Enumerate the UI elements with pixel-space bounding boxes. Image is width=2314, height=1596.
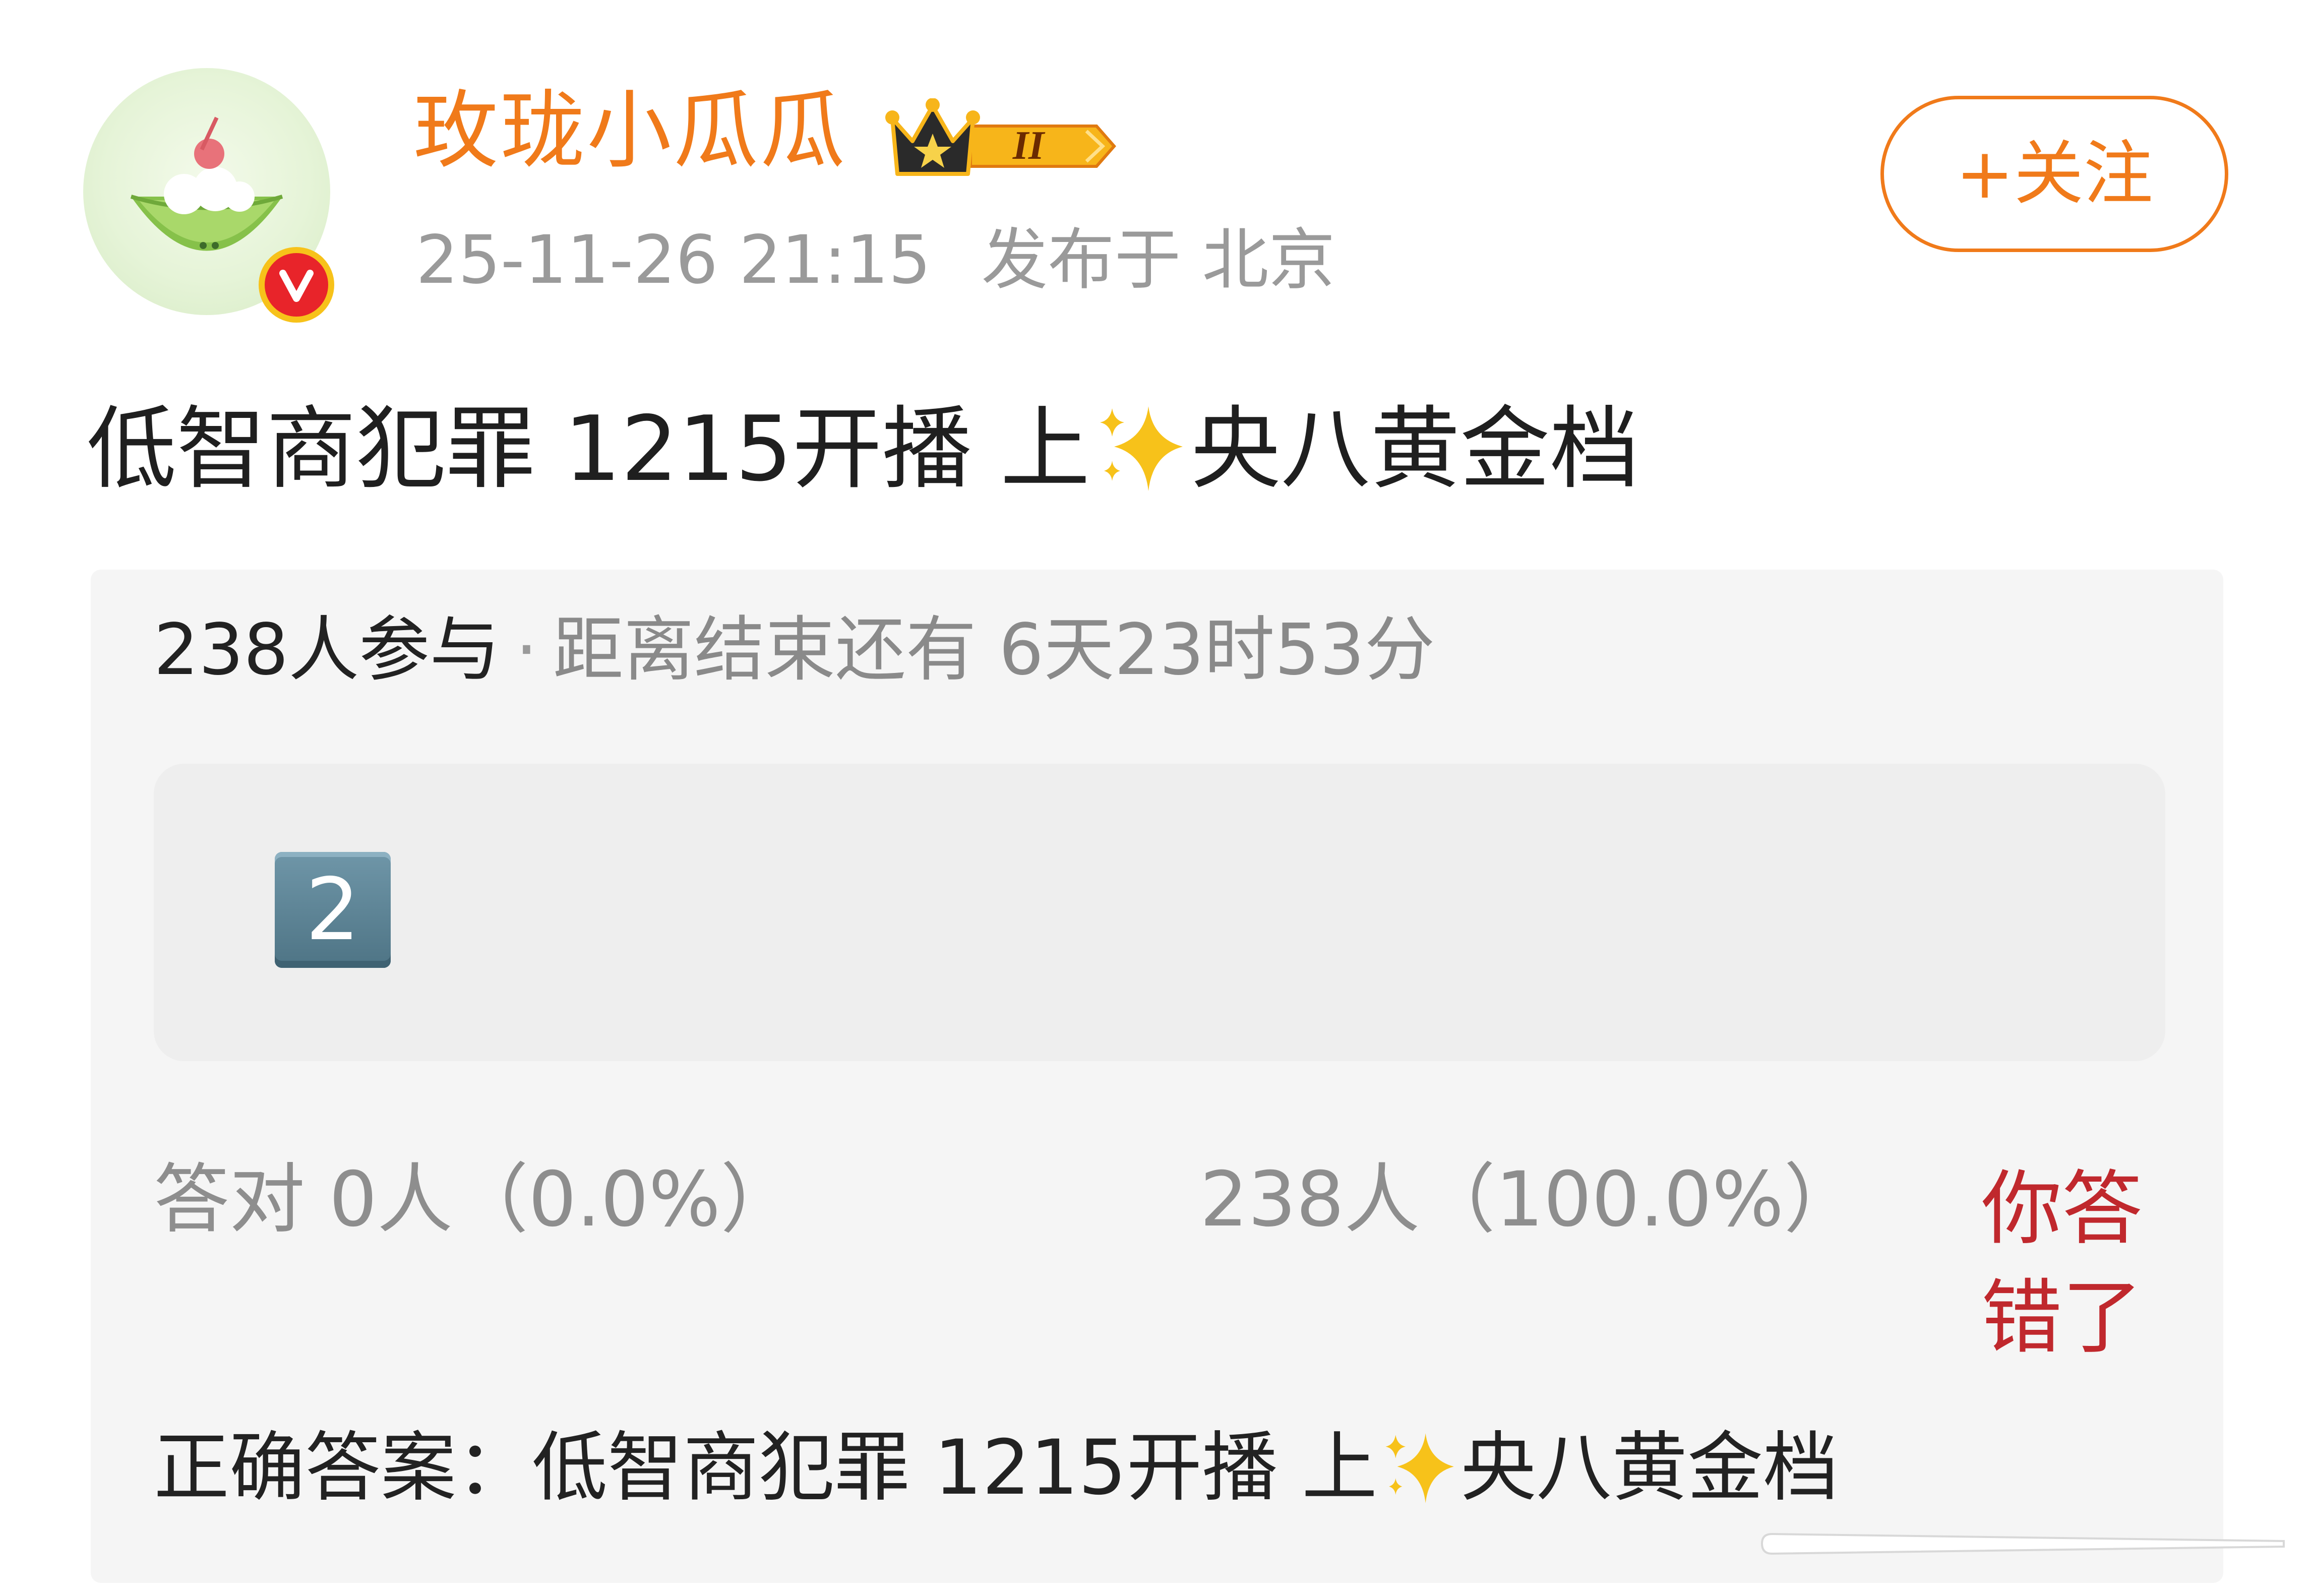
wrong-answer-note: 你答错了: [1981, 1161, 2143, 1365]
post-text-part1: 低智商犯罪 1215开播 上: [87, 397, 1090, 501]
post-time: 25-11-26 21:15: [416, 221, 931, 299]
post-text: 低智商犯罪 1215开播 上 央八黄金档: [87, 398, 1639, 499]
participant-count: 238人参与: [154, 609, 501, 691]
correct-answer-part2: 央八黄金档: [1460, 1424, 1839, 1512]
correct-answer-part1: 正确答案：低智商犯罪 1215开播 上: [154, 1424, 1378, 1512]
username[interactable]: 玫珑小瓜瓜: [413, 88, 847, 173]
keycap-digit-two-icon: 2: [275, 852, 391, 968]
quiz-card: 238人参与 · 距离结束还有 6天23时53分 2 答对 0人（0.0%） 238…: [91, 570, 2223, 1583]
sparkles-icon: [1100, 406, 1183, 491]
correct-result: 答对 0人（0.0%）: [154, 1156, 797, 1244]
sparkles-icon: [1385, 1433, 1454, 1503]
scroll-indicator-icon: [1760, 1532, 2285, 1555]
verified-badge-icon: [259, 247, 334, 323]
answered-result: 238人（100.0%）: [1200, 1156, 1860, 1244]
quiz-option[interactable]: 2: [154, 764, 2165, 1061]
follow-button[interactable]: +关注: [1880, 96, 2228, 252]
quiz-status: 238人参与 · 距离结束还有 6天23时53分: [154, 615, 1435, 686]
level-badge-text: II: [1012, 124, 1046, 168]
crown-level-badge-icon: II: [885, 98, 1116, 176]
post-text-part2: 央八黄金档: [1191, 397, 1640, 501]
separator-dot: ·: [515, 609, 538, 691]
post-location: 发布于 北京: [981, 221, 1335, 299]
correct-answer: 正确答案：低智商犯罪 1215开播 上 央八黄金档: [154, 1427, 1839, 1510]
post-meta: 25-11-26 21:15 发布于 北京: [416, 227, 1335, 293]
time-remaining: 距离结束还有 6天23时53分: [553, 609, 1435, 691]
